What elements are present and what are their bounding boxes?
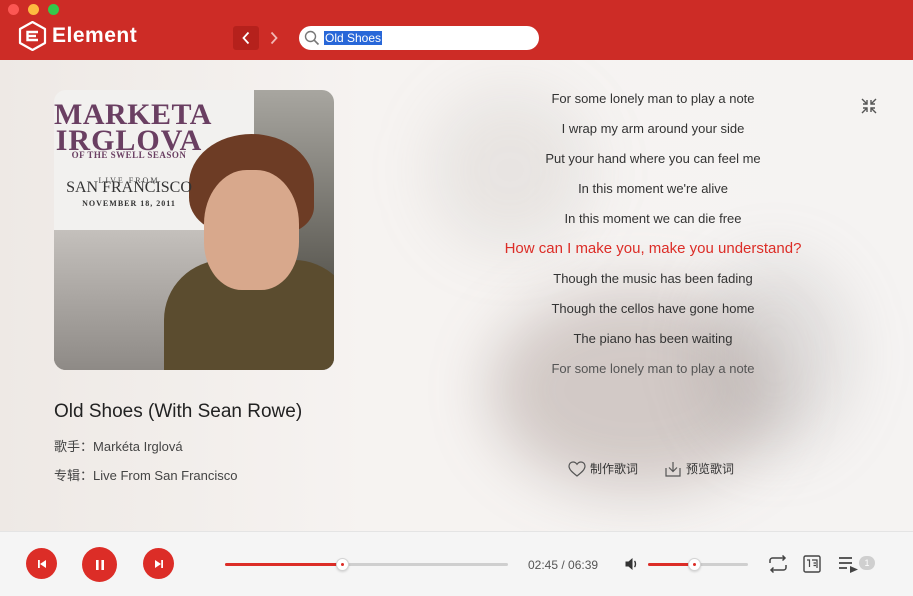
skip-next-icon [154, 559, 163, 568]
download-icon [665, 461, 681, 477]
lyrics-icon[interactable] [802, 554, 822, 574]
preview-lyrics-label: 预览歌词 [686, 462, 735, 476]
make-lyrics-button[interactable]: 制作歌词 [568, 460, 638, 477]
lyrics-list[interactable]: For some lonely man to play a note I wrap… [440, 84, 866, 384]
cover-text: SAN FRANCISCO [66, 179, 192, 196]
song-title: Old Shoes (With Sean Rowe) [54, 401, 303, 422]
album-label: 专辑： [54, 468, 94, 483]
progress-fill [225, 563, 343, 566]
current-time: 02:45 [528, 558, 559, 572]
collapse-icon[interactable] [861, 98, 877, 114]
heart-icon [568, 460, 586, 477]
pause-icon [95, 559, 104, 570]
window-close-button[interactable] [8, 4, 19, 15]
search-icon [304, 30, 320, 46]
cover-face [204, 170, 299, 290]
window-maximize-button[interactable] [48, 4, 59, 15]
cover-text: NOVEMBER 18, 2011 [82, 199, 176, 208]
album-link[interactable]: Live From San Francisco [93, 468, 238, 483]
now-playing-panel: MARKETA IRGLOVA OF THE SWELL SEASON LIVE… [0, 60, 913, 531]
volume-handle[interactable] [687, 558, 701, 571]
previous-button[interactable] [26, 548, 57, 579]
volume-slider[interactable] [648, 558, 748, 571]
cover-text: OF THE SWELL SEASON [71, 150, 187, 160]
app-logo: Element [18, 21, 137, 51]
lyric-line[interactable]: In this moment we're alive [440, 174, 866, 204]
song-album: 专辑：Live From San Francisco [54, 465, 238, 484]
next-button[interactable] [143, 548, 174, 579]
playlist-icon[interactable] [837, 554, 859, 574]
forward-button[interactable] [261, 26, 287, 50]
element-logo-icon [18, 21, 47, 51]
time-display: 02:45 / 06:39 [528, 558, 598, 572]
progress-slider[interactable] [225, 558, 508, 571]
lyric-line[interactable]: For some lonely man to play a note [440, 84, 866, 114]
lyric-line[interactable]: Though the music has been fading [440, 264, 866, 294]
preview-lyrics-button[interactable]: 预览歌词 [664, 460, 734, 477]
progress-handle[interactable] [335, 558, 349, 571]
player-bar: 02:45 / 06:39 1 [0, 531, 913, 596]
window-minimize-button[interactable] [28, 4, 39, 15]
lyric-line[interactable]: I wrap my arm around your side [440, 114, 866, 144]
artist-link[interactable]: Markéta Irglová [93, 439, 183, 454]
lyric-line[interactable]: Though the cellos have gone home [440, 294, 866, 324]
pause-button[interactable] [82, 547, 117, 582]
skip-previous-icon [37, 559, 46, 568]
lyric-line[interactable]: Put your hand where you can feel me [440, 144, 866, 174]
playlist-count-badge: 1 [859, 556, 875, 570]
search-query: Old Shoes [324, 31, 383, 45]
make-lyrics-label: 制作歌词 [590, 462, 639, 476]
repeat-icon[interactable] [767, 554, 789, 574]
lyric-line[interactable]: The piano has been waiting [440, 324, 866, 354]
title-bar: Element Old Shoes [0, 0, 913, 60]
chevron-right-icon [270, 31, 278, 45]
time-separator: / [558, 558, 569, 572]
artist-label: 歌手： [54, 439, 94, 454]
album-cover: MARKETA IRGLOVA OF THE SWELL SEASON LIVE… [54, 90, 334, 370]
lyric-line[interactable]: For some lonely man to play a note [440, 354, 866, 384]
app-name: Element [52, 24, 138, 47]
song-artist: 歌手：Markéta Irglová [54, 436, 183, 455]
duration: 06:39 [568, 558, 599, 572]
search-input[interactable]: Old Shoes [299, 26, 539, 50]
volume-icon[interactable] [624, 556, 640, 572]
chevron-left-icon [242, 31, 250, 45]
back-button[interactable] [233, 26, 259, 50]
lyric-line-current[interactable]: How can I make you, make you understand? [440, 234, 866, 264]
lyric-line[interactable]: In this moment we can die free [440, 204, 866, 234]
